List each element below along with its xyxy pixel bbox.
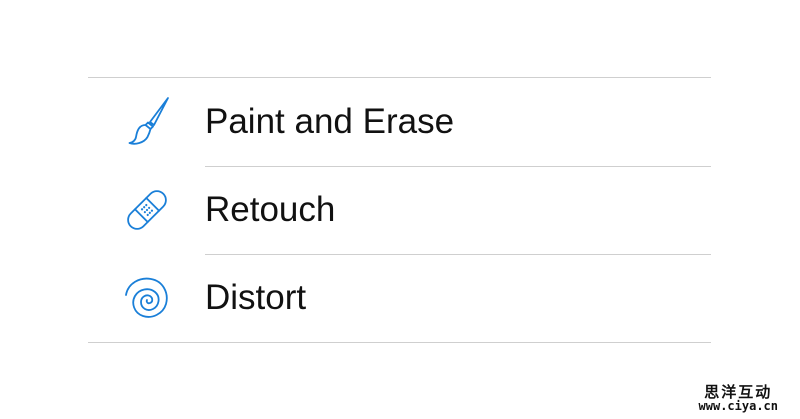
menu-item-label: Retouch (205, 190, 336, 229)
watermark-title: 思洋互动 (704, 382, 773, 401)
menu-item-label: Distort (205, 278, 307, 317)
paintbrush-icon (120, 95, 174, 149)
menu-item-label: Paint and Erase (205, 102, 455, 141)
spiral-icon (120, 271, 174, 325)
watermark: 思洋互动 www.ciya.cn (698, 382, 778, 414)
menu-item-retouch[interactable]: Retouch (88, 166, 711, 254)
menu-item-paint-and-erase[interactable]: Paint and Erase (88, 78, 711, 166)
tool-menu-page: Paint and Erase Retouch Distort 思洋互动 www… (0, 0, 800, 419)
menu-item-distort[interactable]: Distort (88, 254, 711, 342)
bandage-icon (120, 183, 174, 237)
watermark-url: www.ciya.cn (698, 399, 778, 414)
tool-menu-list: Paint and Erase Retouch Distort (88, 77, 711, 343)
